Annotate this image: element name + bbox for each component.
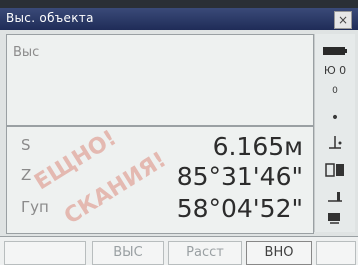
measure-mode-icon[interactable]	[315, 162, 355, 182]
signal-icon	[315, 210, 355, 229]
close-icon: ×	[337, 13, 349, 27]
close-button[interactable]: ×	[334, 11, 352, 29]
row-label-s: S	[21, 136, 31, 154]
divider	[7, 125, 313, 127]
tilt-icon[interactable]	[315, 134, 355, 154]
softkey-distance[interactable]: Расст	[168, 241, 242, 265]
row-label-z: Z	[21, 166, 32, 184]
battery-icon	[315, 42, 355, 61]
dot-icon: •	[330, 110, 340, 126]
row-label-gup: Гуп	[21, 198, 49, 216]
instrument-screen: Выс. объекта × Выс S 6.165м Z 85°31'46" …	[0, 0, 358, 265]
softkey-height[interactable]: ВЫС	[92, 241, 164, 265]
row-value-gup: 58°04'52"	[176, 194, 303, 223]
softkey-bar: ВЫС Расст ВНО	[0, 236, 358, 265]
window-title: Выс. объекта	[6, 11, 94, 25]
target-icon[interactable]	[315, 188, 355, 208]
top-strip	[0, 0, 358, 8]
row-value-z: 85°31'46"	[176, 162, 303, 191]
measurement-panel: Выс S 6.165м Z 85°31'46" Гуп 58°04'52"	[6, 34, 314, 234]
softkey-1[interactable]	[4, 241, 86, 265]
face-indicator-icon[interactable]: Ю 0	[315, 64, 355, 77]
height-label: Выс	[13, 45, 40, 60]
status-sidebar: Ю 0 0 •	[314, 34, 355, 232]
row-value-s: 6.165м	[212, 132, 303, 161]
prism-constant-icon[interactable]: 0	[315, 86, 355, 96]
softkey-5[interactable]	[316, 241, 356, 265]
title-bar: Выс. объекта ×	[0, 8, 358, 30]
softkey-rem[interactable]: ВНО	[246, 241, 312, 265]
